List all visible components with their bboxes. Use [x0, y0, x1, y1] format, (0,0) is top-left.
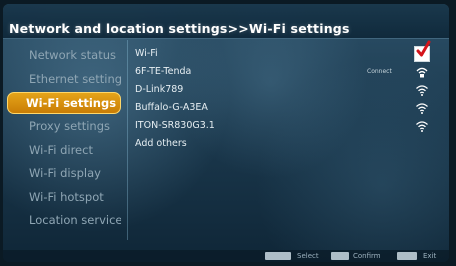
wifi-network-row[interactable]: 6F-TE-Tenda Connect [135, 63, 435, 81]
wifi-toggle-label: Wi-Fi [135, 48, 158, 59]
wifi-signal-icon [416, 85, 428, 96]
network-ssid: Buffalo-G-A3EA [135, 102, 208, 113]
sidebar-item-wifi-direct[interactable]: Wi-Fi direct [7, 139, 121, 163]
sidebar-item-wifi-settings[interactable]: Wi-Fi settings [7, 92, 121, 114]
add-others-label: Add others [135, 138, 187, 149]
network-ssid: ITON-SR830G3.1 [135, 120, 215, 131]
wifi-network-row[interactable]: Buffalo-G-A3EA [135, 99, 435, 117]
network-ssid: 6F-TE-Tenda [135, 66, 192, 77]
menu-key-icon [397, 252, 417, 260]
wifi-network-row[interactable]: ITON-SR830G3.1 [135, 117, 435, 135]
add-others-row[interactable]: Add others [135, 135, 435, 153]
title-bar: Network and location settings>>Wi-Fi set… [3, 4, 449, 39]
sidebar-item-network-status[interactable]: Network status [7, 44, 121, 68]
footer-hint-bar: Select Confirm Exit [3, 250, 449, 262]
wifi-panel: Wi-Fi 6F-TE-Tenda Connect D-Link789 Buff… [135, 40, 435, 153]
wifi-signal-icon [416, 121, 428, 132]
sidebar-item-location-service[interactable]: Location service [7, 209, 121, 233]
exit-hint: Exit [423, 252, 437, 260]
sidebar-item-proxy-settings[interactable]: Proxy settings [7, 115, 121, 139]
network-ssid: D-Link789 [135, 84, 184, 95]
network-connect-status: Connect [367, 68, 392, 75]
dpad-key-icon [265, 252, 291, 260]
panel-divider [127, 40, 128, 240]
checkmark-icon [416, 40, 431, 57]
page-title: Network and location settings>>Wi-Fi set… [9, 21, 350, 36]
wifi-signal-locked-icon [416, 67, 428, 78]
wifi-network-row[interactable]: D-Link789 [135, 81, 435, 99]
confirm-hint: Confirm [353, 252, 381, 260]
tv-screen: Network and location settings>>Wi-Fi set… [3, 4, 449, 262]
settings-sidebar: Network status Ethernet settings Wi-Fi s… [7, 44, 121, 233]
select-hint: Select [297, 252, 319, 260]
enter-key-icon [331, 252, 349, 260]
sidebar-item-ethernet-settings[interactable]: Ethernet settings [7, 68, 121, 92]
sidebar-item-wifi-display[interactable]: Wi-Fi display [7, 162, 121, 186]
sidebar-item-wifi-hotspot[interactable]: Wi-Fi hotspot [7, 186, 121, 210]
wifi-signal-icon [416, 103, 428, 114]
wifi-enabled-checkbox[interactable] [414, 40, 431, 62]
wifi-toggle-row[interactable]: Wi-Fi [135, 40, 435, 63]
